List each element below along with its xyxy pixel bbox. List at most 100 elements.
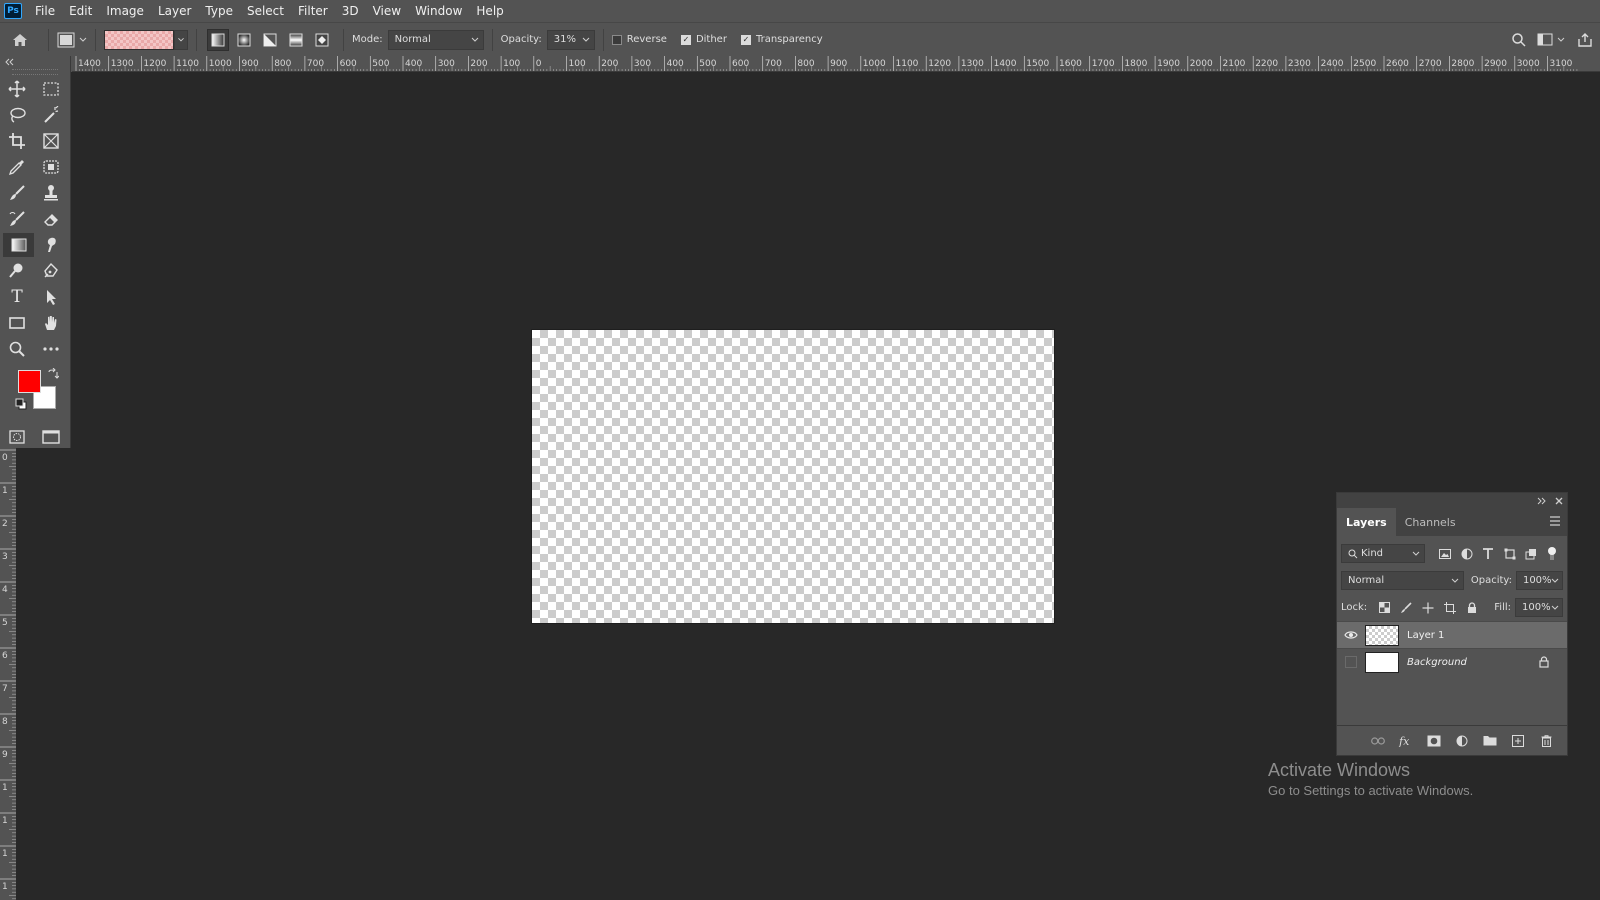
dither-checkbox[interactable]: ✓ Dither xyxy=(680,34,727,45)
lock-position-button[interactable] xyxy=(1417,599,1439,617)
opacity-input[interactable]: 31% xyxy=(546,29,595,50)
menu-image[interactable]: Image xyxy=(99,0,151,22)
path-selection-tool[interactable] xyxy=(34,285,68,309)
linear-gradient-button[interactable] xyxy=(207,28,229,51)
layer-visibility-toggle[interactable] xyxy=(1337,649,1365,676)
lock-all-button[interactable] xyxy=(1461,599,1483,617)
workspace-button[interactable] xyxy=(1532,33,1570,46)
tab-channels[interactable]: Channels xyxy=(1396,508,1465,536)
smudge-tool[interactable] xyxy=(34,233,68,257)
frame-tool[interactable] xyxy=(34,129,68,153)
vertical-ruler[interactable]: 0 1 2 3 4 5 6 7 8 9 1 1 1 1 xyxy=(0,448,16,900)
quick-mask-button[interactable] xyxy=(0,425,34,449)
gradient-tool[interactable] xyxy=(3,233,34,257)
filter-adjustment-button[interactable] xyxy=(1456,545,1477,563)
magic-wand-tool[interactable] xyxy=(34,103,68,127)
new-group-button[interactable] xyxy=(1479,732,1501,750)
layer-opacity-input[interactable]: 100% xyxy=(1515,571,1563,590)
tab-layers[interactable]: Layers xyxy=(1337,508,1396,536)
marquee-tool[interactable] xyxy=(34,77,68,101)
type-tool[interactable]: T xyxy=(0,285,34,309)
delete-layer-button[interactable] xyxy=(1535,732,1557,750)
lock-transparent-pixels-button[interactable] xyxy=(1373,599,1395,617)
menu-edit[interactable]: Edit xyxy=(62,0,99,22)
collapse-toolbar-button[interactable] xyxy=(0,56,70,68)
screen-mode-button[interactable] xyxy=(34,425,68,449)
lock-image-pixels-button[interactable] xyxy=(1395,599,1417,617)
filter-kind-select[interactable]: Kind xyxy=(1341,544,1425,563)
layer-style-button[interactable]: fx xyxy=(1395,732,1417,750)
layer-row-background[interactable]: Background xyxy=(1337,648,1567,675)
hand-tool[interactable] xyxy=(34,311,68,335)
tool-preset-picker[interactable] xyxy=(57,32,87,48)
add-mask-button[interactable] xyxy=(1423,732,1445,750)
share-button[interactable] xyxy=(1570,32,1600,48)
layer-filter-row: Kind xyxy=(1337,540,1567,567)
layer-row-layer-1[interactable]: Layer 1 xyxy=(1337,621,1567,648)
reverse-checkbox-box[interactable] xyxy=(611,34,622,45)
menu-help[interactable]: Help xyxy=(469,0,510,22)
home-button[interactable] xyxy=(0,23,40,57)
new-layer-button[interactable] xyxy=(1507,732,1529,750)
link-layers-button[interactable] xyxy=(1367,732,1389,750)
transparency-checkbox-box[interactable]: ✓ xyxy=(740,34,751,45)
menu-3d[interactable]: 3D xyxy=(335,0,366,22)
default-colors-icon[interactable] xyxy=(15,398,27,410)
healing-brush-tool[interactable] xyxy=(34,155,68,179)
lock-artboard-button[interactable] xyxy=(1439,599,1461,617)
search-button[interactable] xyxy=(1506,32,1532,48)
menu-filter[interactable]: Filter xyxy=(291,0,335,22)
chevron-down-icon[interactable] xyxy=(174,29,188,50)
panel-menu-icon[interactable] xyxy=(1549,516,1561,526)
mode-select[interactable]: Normal xyxy=(387,29,484,50)
diamond-gradient-button[interactable] xyxy=(311,29,333,51)
eyedropper-tool[interactable] xyxy=(0,155,34,179)
filter-toggle-button[interactable] xyxy=(1542,545,1563,563)
foreground-color-swatch[interactable] xyxy=(18,370,41,393)
filter-smart-object-button[interactable] xyxy=(1520,545,1541,563)
zoom-tool[interactable] xyxy=(0,337,34,361)
menu-layer[interactable]: Layer xyxy=(151,0,198,22)
move-tool[interactable] xyxy=(0,77,34,101)
rectangle-tool[interactable] xyxy=(0,311,34,335)
menu-view[interactable]: View xyxy=(366,0,408,22)
filter-type-button[interactable] xyxy=(1477,545,1498,563)
crop-tool[interactable] xyxy=(0,129,34,153)
menu-select[interactable]: Select xyxy=(240,0,291,22)
brush-tool[interactable] xyxy=(0,181,34,205)
chevron-down-icon xyxy=(1551,578,1559,583)
history-brush-tool[interactable] xyxy=(0,207,34,231)
fill-input[interactable]: 100% xyxy=(1515,598,1563,617)
ruler-ticks: 1400 1300 1200 1100 1000 900 800 700 600 500 400 30… xyxy=(75,56,1578,71)
layer-visibility-toggle[interactable] xyxy=(1337,622,1365,649)
menu-type[interactable]: Type xyxy=(198,0,240,22)
filter-shape-button[interactable] xyxy=(1499,545,1520,563)
toolbar-grip[interactable] xyxy=(12,69,58,75)
menu-window[interactable]: Window xyxy=(408,0,469,22)
clone-stamp-tool[interactable] xyxy=(34,181,68,205)
new-adjustment-layer-button[interactable] xyxy=(1451,732,1473,750)
dodge-tool[interactable] xyxy=(0,259,34,283)
reflected-gradient-button[interactable] xyxy=(285,29,307,51)
dither-checkbox-box[interactable]: ✓ xyxy=(680,34,691,45)
swap-colors-icon[interactable] xyxy=(47,368,59,380)
menu-file[interactable]: File xyxy=(28,0,62,22)
reverse-checkbox[interactable]: Reverse xyxy=(611,34,667,45)
blend-mode-select[interactable]: Normal xyxy=(1341,571,1464,590)
pen-tool[interactable] xyxy=(34,259,68,283)
transparency-checkbox[interactable]: ✓ Transparency xyxy=(740,34,823,45)
ruler-label: 2700 xyxy=(1419,59,1442,69)
angle-gradient-button[interactable] xyxy=(259,29,281,51)
collapse-panel-icon[interactable] xyxy=(1537,497,1547,505)
close-panel-icon[interactable] xyxy=(1555,497,1563,505)
radial-gradient-button[interactable] xyxy=(233,29,255,51)
layer-name: Layer 1 xyxy=(1407,629,1445,641)
more-tools[interactable] xyxy=(34,337,68,361)
lock-icon[interactable] xyxy=(1539,656,1549,668)
lasso-tool[interactable] xyxy=(0,103,34,127)
document-canvas[interactable] xyxy=(531,329,1055,624)
gradient-editor-swatch[interactable] xyxy=(104,29,174,50)
filter-pixel-button[interactable] xyxy=(1435,545,1456,563)
horizontal-ruler[interactable]: 1400 1300 1200 1100 1000 900 800 700 600 500 400 30… xyxy=(72,56,1600,72)
eraser-tool[interactable] xyxy=(34,207,68,231)
